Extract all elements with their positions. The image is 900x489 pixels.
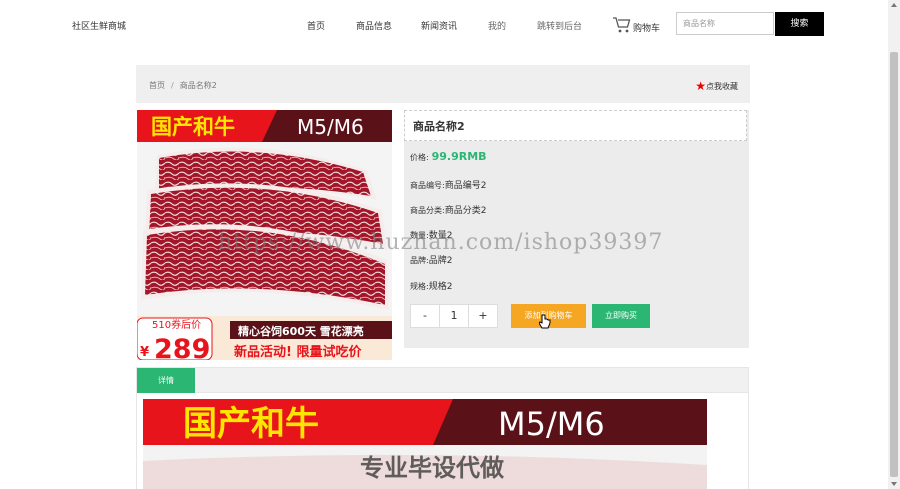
site-brand[interactable]: 社区生鲜商城 <box>72 19 126 32</box>
mouse-cursor-icon <box>539 314 551 329</box>
banner-title: 国产和牛 <box>151 115 235 139</box>
currency-symbol: ¥ <box>140 345 149 360</box>
increase-button[interactable]: + <box>468 304 498 328</box>
detail-tabs: 详情 <box>136 367 749 393</box>
star-icon: ★ <box>695 79 706 93</box>
breadcrumb-home[interactable]: 首页 <box>149 81 165 90</box>
quantity-input[interactable]: 1 <box>439 304 469 328</box>
product-price: 99.9RMB <box>431 150 487 163</box>
product-category: 商品分类2 <box>444 206 487 216</box>
nav-home[interactable]: 首页 <box>307 19 325 32</box>
breadcrumb: 首页 / 商品名称2 <box>149 81 217 90</box>
price-row: 价格: 99.9RMB <box>410 150 487 163</box>
decrease-button[interactable]: - <box>410 304 440 328</box>
favorite-button[interactable]: ★点我收藏 <box>695 79 738 93</box>
search-input[interactable]: 商品名称 <box>676 12 774 35</box>
banner-grade: M5/M6 <box>297 115 364 139</box>
product-brand: 品牌2 <box>428 256 453 266</box>
scrollbar-thumb[interactable] <box>890 52 898 477</box>
nav-mine[interactable]: 我的 <box>488 19 506 32</box>
coupon-label: 510券后价 <box>152 318 201 331</box>
caption-watermark: 专业毕设代做 <box>360 454 504 482</box>
shopping-cart-icon <box>613 17 631 33</box>
slogan-1: 精心谷饲600天 雪花漂亮 <box>238 324 364 338</box>
detail-banner-title: 国产和牛 <box>183 404 319 444</box>
scroll-down-icon[interactable] <box>891 482 897 486</box>
nav-news[interactable]: 新闻资讯 <box>421 19 457 32</box>
buy-now-button[interactable]: 立即购买 <box>592 304 650 328</box>
breadcrumb-bar: 首页 / 商品名称2 ★点我收藏 <box>136 65 750 103</box>
detail-banner-grade: M5/M6 <box>498 405 605 443</box>
slogan-2: 新品活动! 限量试吃价 <box>234 344 362 360</box>
top-navbar: 社区生鲜商城 首页 商品信息 新闻资讯 我的 跳转到后台 购物车 商品名称 搜索 <box>0 0 888 50</box>
breadcrumb-current: 商品名称2 <box>179 81 217 90</box>
cart-link[interactable]: 购物车 <box>612 14 662 36</box>
promo-price: 289 <box>154 334 210 360</box>
nav-products[interactable]: 商品信息 <box>356 19 392 32</box>
product-code: 商品编号2 <box>444 181 487 191</box>
site-watermark: https://www.huzhan.com/ishop39397 <box>218 230 664 255</box>
search-button[interactable]: 搜索 <box>775 12 824 36</box>
spec-row: 规格:规格2 <box>410 282 453 292</box>
cart-label: 购物车 <box>633 24 661 34</box>
tab-detail[interactable]: 详情 <box>137 368 195 393</box>
nav-admin[interactable]: 跳转到后台 <box>537 19 582 32</box>
code-row: 商品编号:商品编号2 <box>410 181 487 191</box>
product-name: 商品名称2 <box>404 110 747 141</box>
product-info-panel: 商品名称2 价格: 99.9RMB 商品编号:商品编号2 商品分类:商品分类2 … <box>404 110 749 348</box>
category-row: 商品分类:商品分类2 <box>410 206 487 216</box>
product-spec: 规格2 <box>428 282 453 292</box>
scroll-up-icon[interactable] <box>891 3 897 7</box>
favorite-label: 点我收藏 <box>706 82 738 91</box>
page-scrollbar[interactable] <box>888 0 900 489</box>
